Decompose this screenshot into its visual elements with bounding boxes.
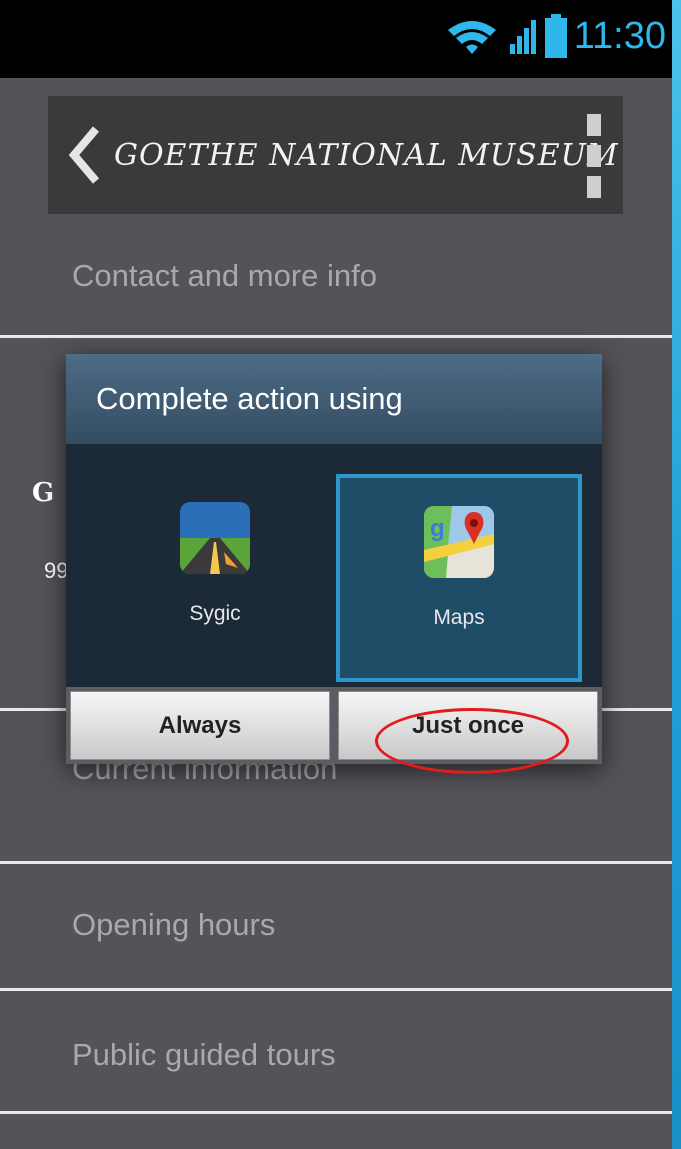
signal-icon	[509, 20, 536, 54]
just-once-button[interactable]: Just once	[338, 691, 598, 760]
chevron-left-icon[interactable]	[60, 125, 108, 185]
wifi-icon	[447, 21, 496, 54]
sygic-icon	[180, 502, 250, 574]
status-bar: 11:30	[0, 0, 672, 78]
status-icons: 11:30	[442, 14, 666, 58]
action-bar: GOETHE NATIONAL MUSEUM	[48, 96, 623, 214]
dialog-title: Complete action using	[66, 354, 602, 444]
phone-screen: 11:30 GOETHE NATIONAL MUSEUM Contact and…	[0, 0, 672, 1149]
list-item-hours[interactable]: Opening hours	[0, 861, 672, 991]
partial-heading: G	[32, 478, 55, 508]
app-option-maps[interactable]: g Maps	[336, 474, 582, 682]
app-label: Maps	[433, 606, 485, 629]
list-item-label: Public guided tours	[72, 1037, 336, 1072]
clock-time: 11:30	[573, 15, 666, 57]
overflow-menu-icon[interactable]	[587, 114, 601, 198]
maps-icon: g	[424, 506, 494, 578]
always-button[interactable]: Always	[70, 691, 330, 760]
list-item-tours[interactable]: Public guided tours	[0, 991, 672, 1114]
list-item-label: Contact and more info	[72, 258, 378, 293]
list-item-label: Opening hours	[72, 907, 276, 942]
app-screen: GOETHE NATIONAL MUSEUM Contact and more …	[0, 78, 672, 1149]
app-option-sygic[interactable]: Sygic	[96, 474, 334, 674]
svg-text:g: g	[430, 515, 445, 542]
partial-number: 99	[44, 558, 69, 583]
app-label: Sygic	[189, 602, 241, 625]
dialog-button-bar: Always Just once	[66, 687, 602, 764]
list-item-contact[interactable]: Contact and more info	[0, 214, 672, 338]
battery-icon	[544, 14, 567, 58]
chooser-dialog: Complete action using Sygic g Maps Alway…	[66, 354, 602, 764]
page-title: GOETHE NATIONAL MUSEUM	[114, 137, 619, 173]
